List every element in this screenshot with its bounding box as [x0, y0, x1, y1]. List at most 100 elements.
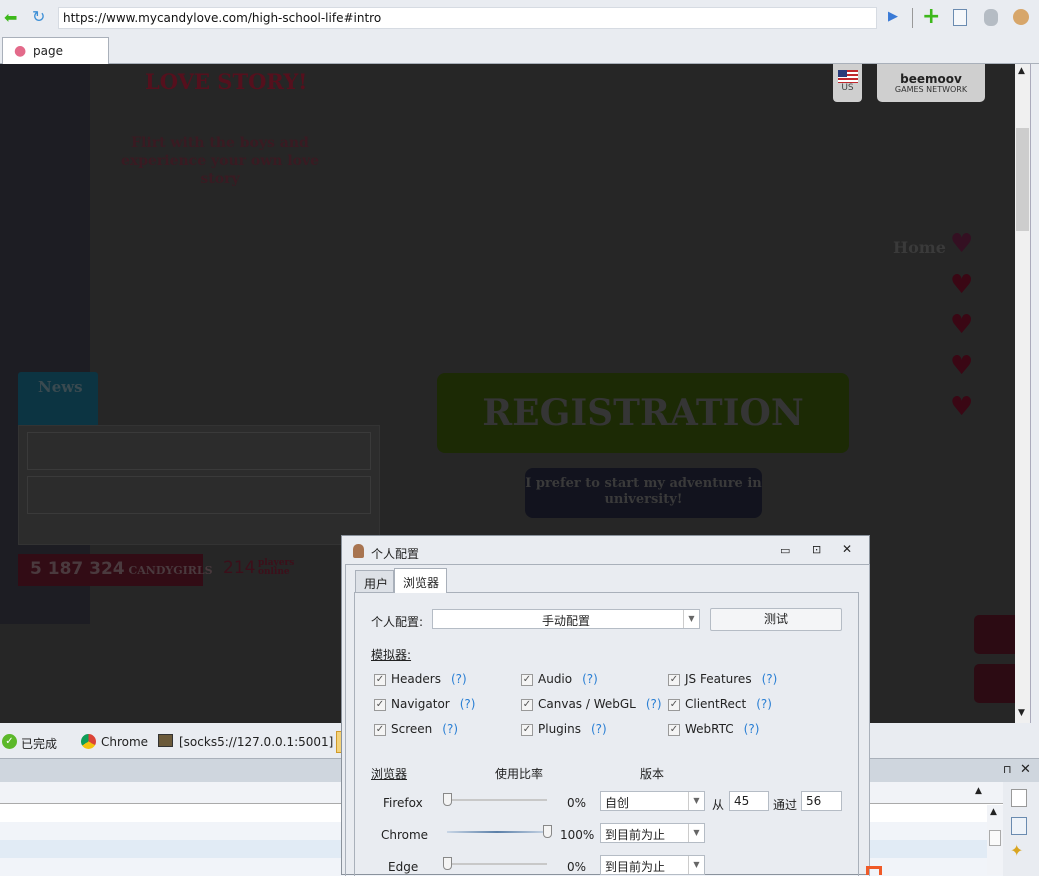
usage-column-label: 使用比率 — [495, 767, 544, 781]
subtitle-line: Flirt with the boys and — [131, 135, 309, 151]
version-select[interactable]: 到目前为止 ▼ — [600, 855, 705, 875]
help-link[interactable]: (?) — [762, 672, 778, 686]
browser-column-label: 浏览器 — [371, 767, 408, 781]
emulator-screen[interactable]: ✓ Screen (?) — [374, 722, 458, 736]
browser-toolbar: ⬅ ↻ https://www.mycandylove.com/high-sch… — [0, 0, 1039, 36]
network-icon — [158, 734, 173, 747]
to-label: 通过 — [773, 798, 798, 812]
heart-icon[interactable]: ♥ — [950, 231, 973, 257]
usage-slider[interactable] — [447, 831, 547, 833]
pin-icon[interactable]: ⊓ — [1003, 763, 1012, 776]
help-link[interactable]: (?) — [451, 672, 467, 686]
help-link[interactable]: (?) — [582, 672, 598, 686]
cookie-delete-icon[interactable] — [1013, 9, 1029, 25]
emulator-webrtc[interactable]: ✓ WebRTC (?) — [668, 722, 759, 736]
slider-knob[interactable] — [443, 857, 452, 870]
brand-name: beemoov — [900, 72, 962, 86]
heart-icon[interactable]: ♥ — [950, 312, 973, 338]
add-icon[interactable]: + — [922, 4, 940, 29]
test-button[interactable]: 测试 — [710, 608, 842, 631]
emulator-plugins[interactable]: ✓ Plugins (?) — [521, 722, 607, 736]
scrollbar-thumb[interactable] — [989, 830, 1001, 846]
emulators-label: 模拟器: — [371, 648, 412, 662]
language-selector[interactable]: US — [833, 64, 862, 102]
url-input[interactable]: https://www.mycandylove.com/high-school-… — [58, 7, 877, 29]
emulator-headers[interactable]: ✓ Headers (?) — [374, 672, 467, 686]
heart-icon[interactable]: ♥ — [950, 394, 973, 420]
tab-browser[interactable]: 浏览器 — [394, 568, 447, 593]
heart-icon[interactable]: ♥ — [950, 353, 973, 379]
slider-knob[interactable] — [543, 825, 552, 838]
maximize-icon[interactable]: ⊡ — [812, 543, 821, 556]
minimize-icon[interactable]: ▭ — [780, 544, 790, 557]
players-counter: 5 187 324 CANDYGIRLS — [18, 554, 213, 586]
usage-value: 0% — [567, 860, 587, 874]
orange-indicator — [866, 866, 882, 875]
emulator-js-features[interactable]: ✓ JS Features (?) — [668, 672, 777, 686]
emulator-audio[interactable]: ✓ Audio (?) — [521, 672, 598, 686]
help-link[interactable]: (?) — [756, 697, 772, 711]
go-icon[interactable]: ▶ — [888, 9, 898, 24]
emulator-canvas-webgl[interactable]: ✓ Canvas / WebGL (?) — [521, 697, 662, 711]
heart-icon[interactable]: ♥ — [950, 272, 973, 298]
us-flag-icon — [837, 70, 858, 83]
user-icon — [353, 544, 364, 558]
beemoov-logo[interactable]: beemoov GAMES NETWORK — [877, 64, 985, 102]
back-arrow-icon[interactable]: ⬅ — [4, 8, 17, 27]
brand-sub: GAMES NETWORK — [894, 85, 968, 94]
slider-knob[interactable] — [443, 793, 452, 806]
side-button[interactable] — [974, 615, 1015, 654]
scrollbar-thumb[interactable] — [1016, 128, 1029, 231]
counter-value: 5 187 324 — [30, 559, 125, 579]
chevron-down-icon: ▼ — [683, 610, 699, 628]
close-icon[interactable]: ✕ — [842, 542, 852, 556]
document-edit-icon[interactable] — [1011, 789, 1027, 807]
broom-icon[interactable]: ✦ — [1010, 841, 1023, 860]
refresh-icon[interactable]: ↻ — [32, 7, 45, 26]
help-link[interactable]: (?) — [744, 722, 760, 736]
news-item[interactable] — [27, 432, 371, 470]
usage-value: 0% — [567, 796, 587, 810]
online-label: players online — [258, 558, 295, 577]
news-box — [18, 425, 380, 545]
list-icon[interactable] — [1011, 817, 1027, 835]
side-button[interactable] — [974, 664, 1015, 703]
database-delete-icon[interactable] — [984, 9, 998, 26]
panel-scrollbar[interactable]: ▲ — [987, 805, 1003, 875]
usage-slider[interactable] — [447, 863, 547, 865]
usage-slider[interactable] — [447, 799, 547, 801]
counter-label: CANDYGIRLS — [128, 564, 213, 577]
tab-user[interactable]: 用户 — [355, 570, 394, 593]
check-icon: ✓ — [2, 734, 17, 749]
home-link[interactable]: Home — [893, 238, 946, 257]
usage-value: 100% — [560, 828, 595, 842]
page-subtitle: Flirt with the boys and experience your o… — [110, 134, 330, 188]
page-icon[interactable] — [953, 9, 967, 26]
help-link[interactable]: (?) — [460, 697, 476, 711]
emulator-navigator[interactable]: ✓ Navigator (?) — [374, 697, 475, 711]
profile-dialog: 个人配置 ▭ ⊡ ✕ 用户 浏览器 个人配置: 手动配置 ▼ 测试 模拟器: ✓ H… — [341, 535, 870, 876]
scroll-up-icon[interactable]: ▲ — [990, 807, 997, 817]
news-tab[interactable]: News — [18, 372, 98, 425]
from-version-input[interactable]: 45 — [729, 791, 769, 811]
version-select[interactable]: 到目前为止 ▼ — [600, 823, 705, 843]
close-panel-icon[interactable]: ✕ — [1020, 762, 1031, 777]
profile-select[interactable]: 手动配置 ▼ — [432, 609, 700, 629]
news-item[interactable] — [27, 476, 371, 514]
version-column-label: 版本 — [640, 767, 665, 781]
tab-page[interactable]: ● page — [2, 37, 109, 64]
scroll-down-icon[interactable]: ▼ — [1018, 708, 1025, 718]
divider — [912, 8, 913, 28]
help-link[interactable]: (?) — [442, 722, 458, 736]
to-version-input[interactable]: 56 — [801, 791, 842, 811]
help-link[interactable]: (?) — [646, 697, 662, 711]
help-link[interactable]: (?) — [591, 722, 607, 736]
version-select[interactable]: 自创 ▼ — [600, 791, 705, 811]
dialog-title: 个人配置 — [371, 547, 420, 561]
registration-button[interactable]: REGISTRATION — [437, 373, 849, 453]
cupcake-icon: ● — [14, 43, 27, 59]
emulator-clientrect[interactable]: ✓ ClientRect (?) — [668, 697, 772, 711]
chrome-icon — [81, 734, 96, 749]
scroll-up-icon[interactable]: ▲ — [1018, 66, 1025, 76]
university-button[interactable]: I prefer to start my adventure in univers… — [525, 468, 762, 518]
